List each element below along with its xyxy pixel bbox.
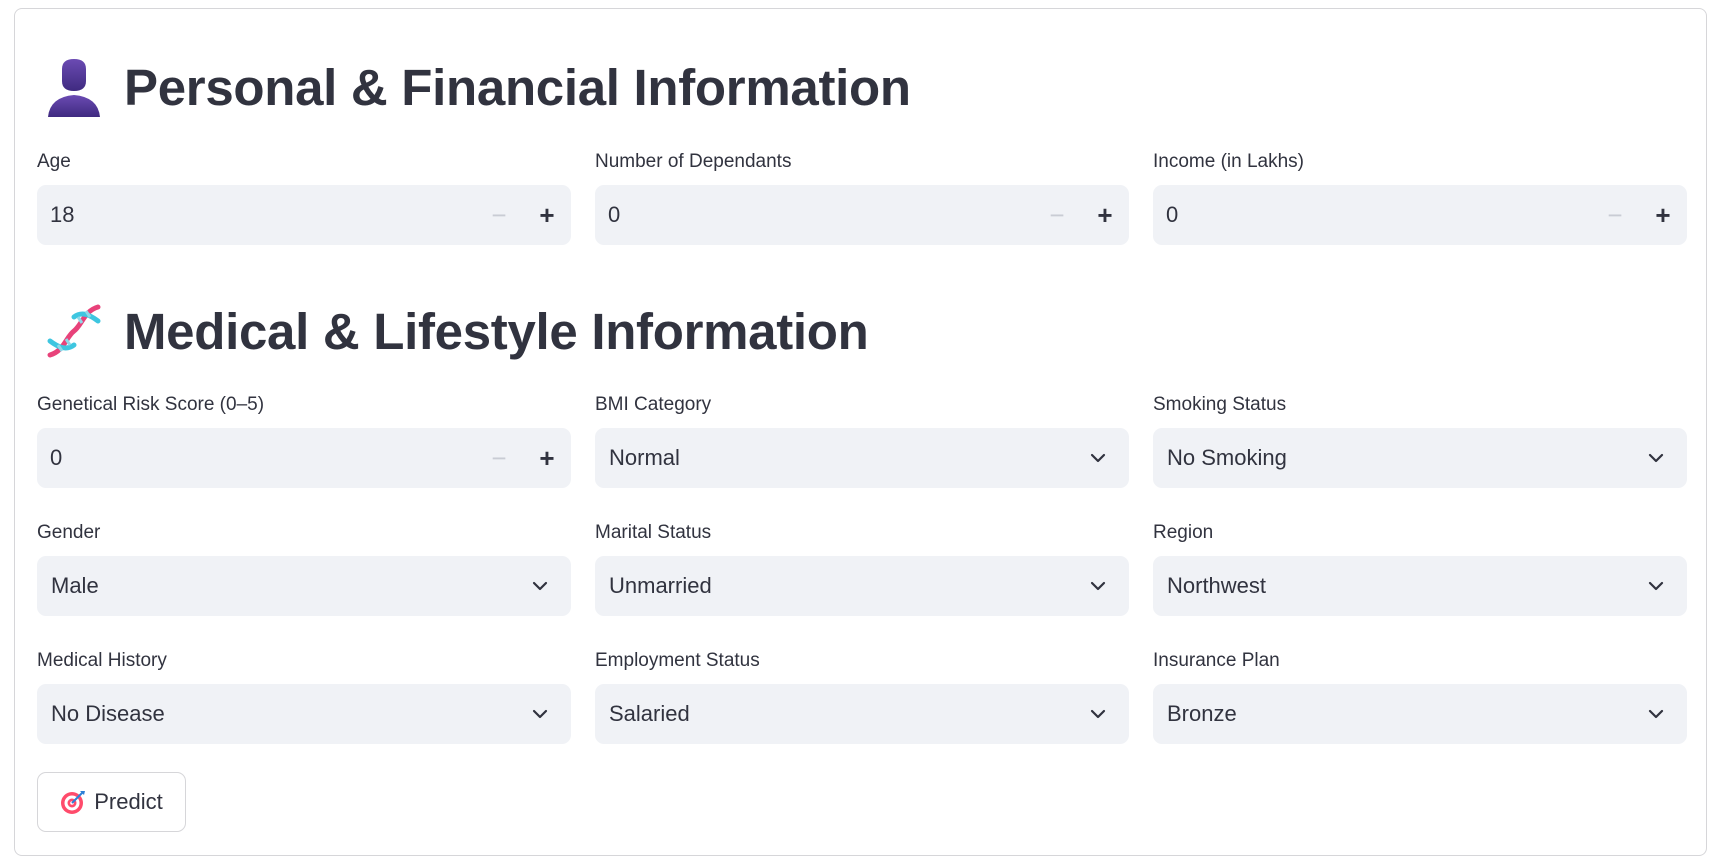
chevron-down-icon: [1090, 581, 1106, 591]
dependants-value: 0: [608, 202, 621, 227]
smoking-field: Smoking Status No Smoking: [1153, 394, 1687, 488]
medical-history-select[interactable]: No Disease: [37, 684, 571, 744]
medical-section-header: Medical & Lifestyle Information: [44, 296, 869, 366]
chevron-down-icon: [1648, 709, 1664, 719]
region-field: Region Northwest: [1153, 522, 1687, 616]
chevron-down-icon: [1090, 709, 1106, 719]
medical-history-field: Medical History No Disease: [37, 650, 571, 744]
marital-label: Marital Status: [595, 522, 712, 543]
dna-icon: [44, 301, 104, 361]
dependants-increment-button[interactable]: +: [1081, 185, 1129, 245]
chevron-down-icon: [532, 709, 548, 719]
employment-field: Employment Status Salaried: [595, 650, 1129, 744]
personal-section-title: Personal & Financial Information: [124, 58, 911, 116]
plan-field: Insurance Plan Bronze: [1153, 650, 1687, 744]
marital-field: Marital Status Unmarried: [595, 522, 1129, 616]
predict-button[interactable]: Predict: [37, 772, 186, 832]
predict-button-label: Predict: [94, 789, 163, 814]
chevron-down-icon: [1090, 453, 1106, 463]
age-decrement-button[interactable]: −: [475, 185, 523, 245]
target-icon: [61, 791, 86, 814]
genetic-risk-field: Genetical Risk Score (0–5) 0 − +: [37, 394, 571, 488]
dependants-field: Number of Dependants 0 − +: [595, 151, 1129, 245]
medical-history-selected-value: No Disease: [51, 701, 165, 726]
chevron-down-icon: [1648, 453, 1664, 463]
person-silhouette-icon: [44, 57, 104, 117]
dependants-input[interactable]: 0 − +: [595, 185, 1129, 245]
marital-selected-value: Unmarried: [609, 573, 712, 598]
genetic-risk-stepper: − +: [475, 428, 571, 488]
bmi-select[interactable]: Normal: [595, 428, 1129, 488]
medical-history-label: Medical History: [37, 650, 167, 671]
marital-select[interactable]: Unmarried: [595, 556, 1129, 616]
bmi-selected-value: Normal: [609, 445, 680, 470]
plan-selected-value: Bronze: [1167, 701, 1237, 726]
dependants-decrement-button[interactable]: −: [1033, 185, 1081, 245]
income-decrement-button[interactable]: −: [1591, 185, 1639, 245]
personal-section-header: Personal & Financial Information: [44, 52, 911, 122]
bmi-field: BMI Category Normal: [595, 394, 1129, 488]
age-stepper: − +: [475, 185, 571, 245]
region-selected-value: Northwest: [1167, 573, 1267, 598]
income-stepper: − +: [1591, 185, 1687, 245]
employment-selected-value: Salaried: [609, 701, 690, 726]
genetic-risk-value: 0: [50, 445, 63, 470]
income-field: Income (in Lakhs) 0 − +: [1153, 151, 1687, 245]
income-value: 0: [1166, 202, 1179, 227]
chevron-down-icon: [532, 581, 548, 591]
age-label: Age: [37, 151, 71, 172]
region-label: Region: [1153, 522, 1214, 543]
employment-select[interactable]: Salaried: [595, 684, 1129, 744]
genetic-risk-decrement-button[interactable]: −: [475, 428, 523, 488]
bmi-label: BMI Category: [595, 394, 712, 415]
plan-label: Insurance Plan: [1153, 650, 1280, 671]
genetic-risk-increment-button[interactable]: +: [523, 428, 571, 488]
age-increment-button[interactable]: +: [523, 185, 571, 245]
income-increment-button[interactable]: +: [1639, 185, 1687, 245]
medical-section-title: Medical & Lifestyle Information: [124, 302, 869, 360]
age-field: Age 18 − +: [37, 151, 571, 245]
smoking-label: Smoking Status: [1153, 394, 1287, 415]
genetic-risk-input[interactable]: 0 − +: [37, 428, 571, 488]
dependants-label: Number of Dependants: [595, 151, 792, 172]
age-input[interactable]: 18 − +: [37, 185, 571, 245]
genetic-risk-label: Genetical Risk Score (0–5): [37, 394, 265, 415]
dependants-stepper: − +: [1033, 185, 1129, 245]
gender-selected-value: Male: [51, 573, 99, 598]
gender-field: Gender Male: [37, 522, 571, 616]
income-input[interactable]: 0 − +: [1153, 185, 1687, 245]
gender-label: Gender: [37, 522, 101, 543]
chevron-down-icon: [1648, 581, 1664, 591]
plan-select[interactable]: Bronze: [1153, 684, 1687, 744]
age-value: 18: [50, 202, 75, 227]
gender-select[interactable]: Male: [37, 556, 571, 616]
income-label: Income (in Lakhs): [1153, 151, 1305, 172]
smoking-selected-value: No Smoking: [1167, 445, 1287, 470]
employment-label: Employment Status: [595, 650, 760, 671]
smoking-select[interactable]: No Smoking: [1153, 428, 1687, 488]
region-select[interactable]: Northwest: [1153, 556, 1687, 616]
